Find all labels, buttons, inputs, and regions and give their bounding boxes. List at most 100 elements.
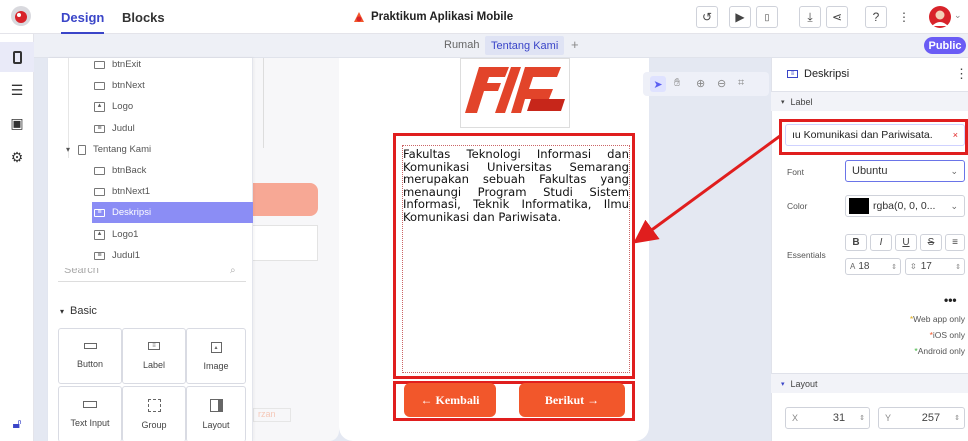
align-justify-icon: ≡: [952, 237, 958, 248]
component-image[interactable]: ▴ Image: [186, 328, 246, 384]
tab-tentang-kami[interactable]: Tentang Kami: [485, 36, 565, 55]
component-label-label: Label: [142, 360, 166, 370]
tab-design[interactable]: Design: [61, 10, 105, 34]
tab-blocks-label: Blocks: [122, 10, 165, 25]
tree-item-label: btnExit: [112, 59, 142, 70]
tree-item-btnback[interactable]: btnBack: [48, 160, 253, 181]
rail-docs-button[interactable]: ▣: [8, 114, 26, 132]
app-logo-icon[interactable]: [10, 5, 32, 27]
font-size-input[interactable]: A 18 ⇕: [845, 258, 901, 275]
avatar-chevron-icon[interactable]: ⌄: [954, 10, 962, 21]
add-screen-button[interactable]: +: [571, 37, 579, 52]
label-icon: ≡: [94, 124, 105, 133]
tree-item-label: Deskripsi: [112, 207, 152, 218]
project-title[interactable]: Praktikum Aplikasi Mobile: [352, 10, 513, 24]
fit-screen-icon[interactable]: ⌗: [738, 77, 744, 90]
caret-down-icon: ▾: [60, 306, 65, 316]
tree-item-logo1[interactable]: ▴ Logo1: [48, 224, 253, 245]
component-layout[interactable]: Layout: [186, 386, 246, 441]
tab-tentang-kami-label: Tentang Kami: [491, 39, 559, 52]
italic-icon: I: [879, 237, 883, 248]
berikut-button[interactable]: Berikut →: [519, 383, 625, 417]
y-input[interactable]: Y 257 ⇕: [878, 407, 965, 429]
tree-item-logo[interactable]: ▴ Logo: [48, 96, 253, 117]
tree-item-deskripsi[interactable]: ≡ Deskripsi: [92, 202, 253, 223]
tab-blocks[interactable]: Blocks: [122, 10, 165, 25]
search-icon: ⌕: [230, 268, 236, 276]
section-basic-label: Basic: [70, 305, 97, 317]
deskripsi-label[interactable]: Fakultas Teknologi Informasi dan Komunik…: [402, 145, 630, 373]
label-icon: ≡: [148, 342, 160, 350]
component-button[interactable]: Button: [58, 328, 122, 384]
history-button[interactable]: ↺: [696, 6, 718, 28]
tree-item-btnnext[interactable]: btnNext: [48, 75, 253, 96]
tree-item-btnexit[interactable]: btnExit: [48, 54, 253, 75]
props-title: ≡ Deskripsi: [787, 68, 849, 80]
props-title-label: Deskripsi: [804, 68, 850, 80]
color-label: Color: [787, 201, 808, 211]
export-button[interactable]: ⤓: [799, 6, 821, 28]
component-group[interactable]: Group: [122, 386, 186, 441]
rail-data-button[interactable]: ☰: [8, 81, 26, 99]
color-picker[interactable]: rgba(0, 0, 0... ⌄: [845, 195, 965, 217]
line-height-input[interactable]: ⇳ 17 ⇕: [905, 258, 965, 275]
logo-image[interactable]: [460, 58, 570, 128]
label-icon: ≡: [94, 208, 105, 217]
rail-settings-button[interactable]: ⚙: [8, 148, 26, 166]
font-select[interactable]: Ubuntu ⌄: [845, 160, 965, 182]
zoom-in-icon[interactable]: ⊕: [696, 77, 705, 90]
caret-down-icon: ▾: [781, 98, 785, 106]
tree-item-judul1[interactable]: ≡ Judul1: [48, 245, 253, 266]
more-menu-button[interactable]: ⋮: [893, 6, 915, 28]
color-swatch: [849, 198, 869, 214]
deskripsi-text: Fakultas Teknologi Informasi dan Komunik…: [403, 147, 629, 224]
more-options-button[interactable]: •••: [944, 293, 957, 307]
tree-item-label: Judul1: [112, 250, 140, 261]
tree-item-judul[interactable]: ≡ Judul: [48, 118, 253, 139]
section-basic[interactable]: ▾ Basic: [60, 305, 97, 317]
help-button[interactable]: ?: [865, 6, 887, 28]
avatar[interactable]: [928, 5, 952, 29]
kembali-button[interactable]: ← Kembali: [404, 383, 496, 417]
project-title-label: Praktikum Aplikasi Mobile: [371, 11, 514, 23]
component-text-input[interactable]: Text Input: [58, 386, 122, 441]
database-icon: ☰: [10, 81, 24, 98]
italic-button[interactable]: I: [870, 234, 892, 251]
props-more-icon[interactable]: ⋮: [955, 66, 968, 82]
zoom-out-icon[interactable]: ⊖: [717, 77, 726, 90]
gear-icon: ⚙: [10, 148, 24, 165]
share-button[interactable]: ⋖: [826, 6, 848, 28]
section-label-header[interactable]: ▾ Label: [771, 91, 968, 111]
section-layout-header[interactable]: ▾ Layout: [771, 373, 968, 393]
caret-down-icon[interactable]: ▾: [66, 145, 70, 154]
note-web: *Web app only: [845, 314, 965, 324]
download-icon: ⤓: [807, 9, 813, 24]
stepper-icon[interactable]: ⇕: [891, 263, 897, 271]
rail-screens-button[interactable]: [0, 42, 34, 72]
underline-button[interactable]: U: [895, 234, 917, 251]
lock-icon: 🔓︎: [12, 414, 22, 431]
align-button[interactable]: ≡: [945, 234, 965, 251]
x-input[interactable]: X 31 ⇕: [785, 407, 870, 429]
tree-item-tentang-kami[interactable]: ▾ Tentang Kami: [48, 139, 253, 160]
stepper-icon[interactable]: ⇕: [954, 414, 960, 422]
bg-orange-button: [253, 183, 318, 216]
strikethrough-button[interactable]: S: [920, 234, 942, 251]
tree-item-btnnext1[interactable]: btnNext1: [48, 181, 253, 202]
button-icon: [94, 187, 105, 196]
tab-rumah[interactable]: Rumah: [444, 39, 479, 51]
bold-button[interactable]: B: [845, 234, 867, 251]
component-search[interactable]: Search ⌕: [58, 268, 246, 282]
essentials-label: Essentials: [787, 250, 826, 260]
preview-button[interactable]: ▶: [729, 6, 751, 28]
rail-lock-button[interactable]: 🔓︎: [8, 414, 26, 432]
public-button[interactable]: Public: [924, 37, 966, 54]
select-tool-button[interactable]: ➤: [650, 76, 666, 92]
stepper-icon[interactable]: ⇕: [859, 414, 865, 422]
device-preview-button[interactable]: ▯: [756, 6, 778, 28]
stepper-icon[interactable]: ⇕: [955, 263, 961, 271]
strikethrough-icon: S: [927, 237, 935, 248]
hand-tool-icon[interactable]: ✋︎: [674, 77, 680, 90]
top-bar: Design Blocks Praktikum Aplikasi Mobile …: [0, 0, 968, 34]
component-label[interactable]: ≡ Label: [122, 328, 186, 384]
